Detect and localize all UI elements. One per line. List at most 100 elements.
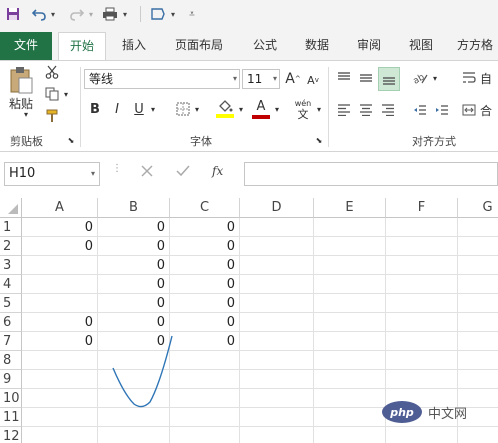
redo-icon[interactable] <box>68 4 86 24</box>
decrease-indent-icon[interactable] <box>410 99 430 121</box>
grid-cell[interactable] <box>314 275 386 294</box>
grid-cell[interactable] <box>240 351 314 370</box>
grid-cell[interactable] <box>240 389 314 408</box>
grid-cell[interactable] <box>240 370 314 389</box>
tab-file[interactable]: 文件 <box>0 32 52 60</box>
grid-cell[interactable]: 0 <box>98 256 170 275</box>
grid-cell[interactable]: 0 <box>170 332 240 351</box>
name-box[interactable]: H10 ▾ <box>4 162 100 186</box>
redo-dropdown-icon[interactable]: ▾ <box>86 4 96 24</box>
grid-cell[interactable] <box>240 275 314 294</box>
copy-dropdown-icon[interactable]: ▾ <box>62 87 70 101</box>
font-color-button[interactable]: A <box>250 97 272 121</box>
format-icon[interactable] <box>148 4 168 24</box>
grid-cell[interactable] <box>458 427 498 443</box>
decrease-font-size-button[interactable]: Av <box>304 71 322 89</box>
grid-cell[interactable] <box>314 218 386 237</box>
grid-cell[interactable] <box>386 294 458 313</box>
grid-cell[interactable] <box>458 256 498 275</box>
tab-data[interactable]: 数据 <box>296 32 338 58</box>
grid-cell[interactable] <box>98 370 170 389</box>
grid-cell[interactable] <box>22 370 98 389</box>
clipboard-launcher-icon[interactable]: ⬊ <box>66 135 76 145</box>
grid-cell[interactable] <box>22 408 98 427</box>
paste-dropdown-icon[interactable]: ▾ <box>20 109 32 119</box>
grid-cell[interactable] <box>386 370 458 389</box>
grid-cell[interactable] <box>314 370 386 389</box>
grid-cell[interactable] <box>458 370 498 389</box>
align-middle-icon[interactable] <box>356 67 376 89</box>
column-header[interactable]: A <box>22 198 98 218</box>
font-name-select[interactable]: 等线 ▾ <box>84 69 240 89</box>
grid-cell[interactable] <box>22 351 98 370</box>
grid-cell[interactable] <box>170 427 240 443</box>
row-header[interactable]: 2 <box>0 237 22 256</box>
cancel-icon[interactable] <box>140 164 160 184</box>
paste-icon[interactable] <box>6 65 36 95</box>
grid-cell[interactable] <box>458 275 498 294</box>
copy-icon[interactable] <box>42 85 62 103</box>
grid-cell[interactable] <box>240 427 314 443</box>
grid-cell[interactable] <box>314 332 386 351</box>
phonetic-dropdown-icon[interactable]: ▾ <box>314 101 324 117</box>
grid-cell[interactable] <box>98 351 170 370</box>
fill-color-button[interactable] <box>214 97 236 121</box>
tab-page-layout[interactable]: 页面布局 <box>166 32 232 58</box>
grid-cell[interactable]: 0 <box>22 332 98 351</box>
row-header[interactable]: 7 <box>0 332 22 351</box>
align-right-icon[interactable] <box>378 99 398 121</box>
grid-cell[interactable] <box>240 294 314 313</box>
row-header[interactable]: 10 <box>0 389 22 408</box>
wrap-text-icon[interactable] <box>460 67 478 89</box>
font-color-dropdown-icon[interactable]: ▾ <box>272 101 282 117</box>
enter-icon[interactable] <box>176 164 196 184</box>
grid-cell[interactable] <box>386 237 458 256</box>
grid-cell[interactable] <box>98 427 170 443</box>
grid-cell[interactable] <box>386 332 458 351</box>
print-dropdown-icon[interactable]: ▾ <box>120 4 130 24</box>
grid-cell[interactable]: 0 <box>170 256 240 275</box>
grid-cell[interactable] <box>386 218 458 237</box>
grid-cell[interactable] <box>314 408 386 427</box>
grid-cell[interactable] <box>386 313 458 332</box>
grid-cell[interactable] <box>170 351 240 370</box>
formula-bar-grip-icon[interactable]: ⋮ <box>112 164 122 182</box>
grid-cell[interactable]: 0 <box>98 218 170 237</box>
grid-cell[interactable] <box>458 294 498 313</box>
grid-cell[interactable] <box>314 389 386 408</box>
underline-button[interactable]: U <box>130 99 148 119</box>
column-header[interactable]: F <box>386 198 458 218</box>
grid-cell[interactable] <box>98 389 170 408</box>
undo-dropdown-icon[interactable]: ▾ <box>48 4 58 24</box>
grid-cell[interactable]: 0 <box>170 275 240 294</box>
grid-cell[interactable] <box>458 351 498 370</box>
increase-indent-icon[interactable] <box>432 99 452 121</box>
grid-cell[interactable] <box>170 389 240 408</box>
tab-formulas[interactable]: 公式 <box>244 32 286 58</box>
align-bottom-icon[interactable] <box>378 67 400 91</box>
grid-cell[interactable]: 0 <box>98 275 170 294</box>
grid-cell[interactable] <box>458 313 498 332</box>
column-header[interactable]: E <box>314 198 386 218</box>
grid-cell[interactable]: 0 <box>22 237 98 256</box>
wrap-text-label[interactable]: 自 <box>480 69 498 87</box>
row-header[interactable]: 9 <box>0 370 22 389</box>
grid-cell[interactable] <box>314 427 386 443</box>
grid-cell[interactable] <box>386 256 458 275</box>
grid-cell[interactable] <box>386 275 458 294</box>
grid-cell[interactable]: 0 <box>98 332 170 351</box>
insert-function-button[interactable]: fx <box>212 164 234 184</box>
grid-cell[interactable] <box>314 313 386 332</box>
grid-cell[interactable] <box>22 427 98 443</box>
row-header[interactable]: 1 <box>0 218 22 237</box>
row-header[interactable]: 5 <box>0 294 22 313</box>
grid-cell[interactable]: 0 <box>22 218 98 237</box>
column-header[interactable]: C <box>170 198 240 218</box>
column-header[interactable]: D <box>240 198 314 218</box>
grid-cell[interactable] <box>22 294 98 313</box>
grid-cell[interactable]: 0 <box>170 218 240 237</box>
column-header[interactable]: G <box>458 198 498 218</box>
grid-cell[interactable] <box>458 237 498 256</box>
grid-cell[interactable] <box>98 408 170 427</box>
phonetic-guide-button[interactable]: wén 文 <box>292 95 314 123</box>
